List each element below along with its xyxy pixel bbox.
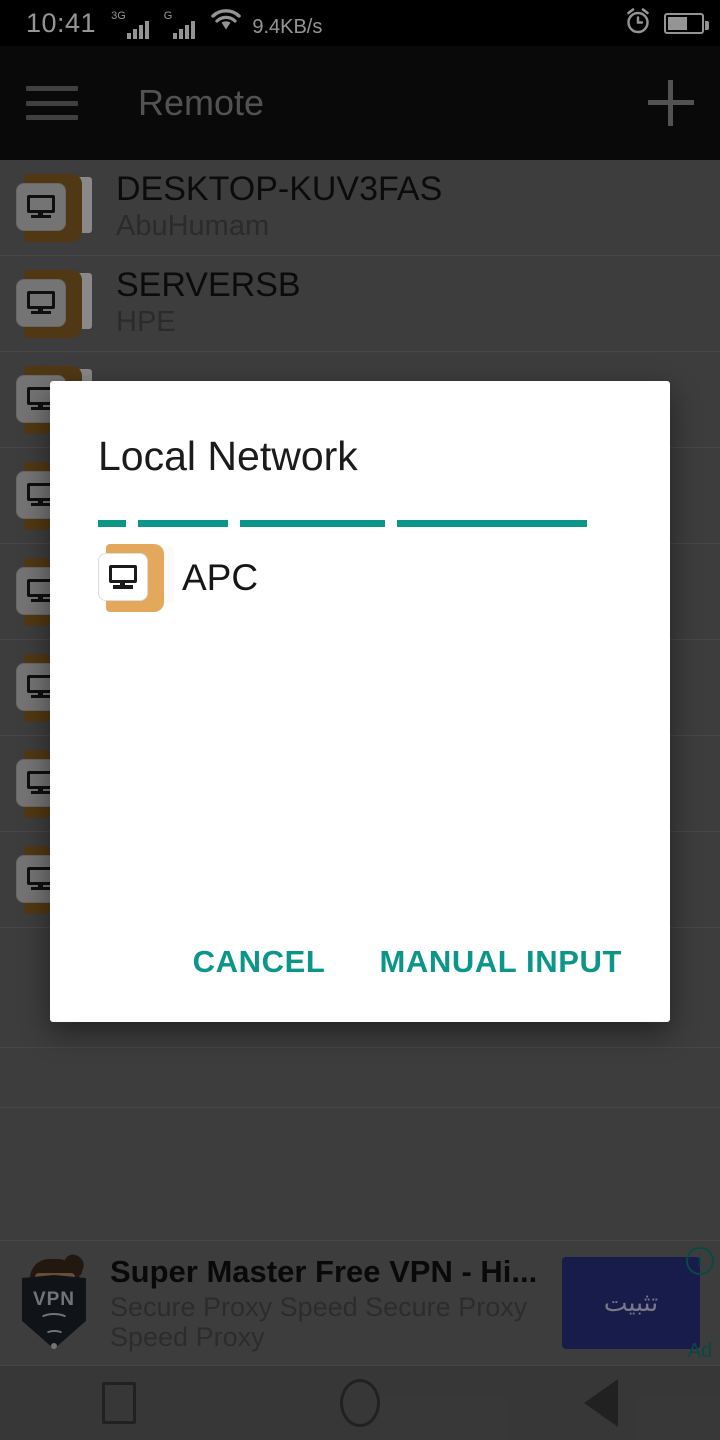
phone-screen: 10:41 3G G 9.4KB/s Remote DESKTOP-KUV3FA… xyxy=(0,0,720,1440)
dialog-divider xyxy=(98,520,622,527)
list-item[interactable]: APC xyxy=(50,535,670,615)
local-network-dialog: Local Network APC CANCEL MANUAL INPUT xyxy=(50,381,670,1022)
list-item-label: APC xyxy=(182,557,259,598)
manual-input-button[interactable]: MANUAL INPUT xyxy=(375,936,626,988)
dialog-actions: CANCEL MANUAL INPUT xyxy=(50,936,670,1022)
dialog-title: Local Network xyxy=(98,433,358,479)
folder-computer-icon xyxy=(98,541,176,615)
cancel-button[interactable]: CANCEL xyxy=(189,936,330,988)
dialog-body: APC xyxy=(50,527,670,936)
